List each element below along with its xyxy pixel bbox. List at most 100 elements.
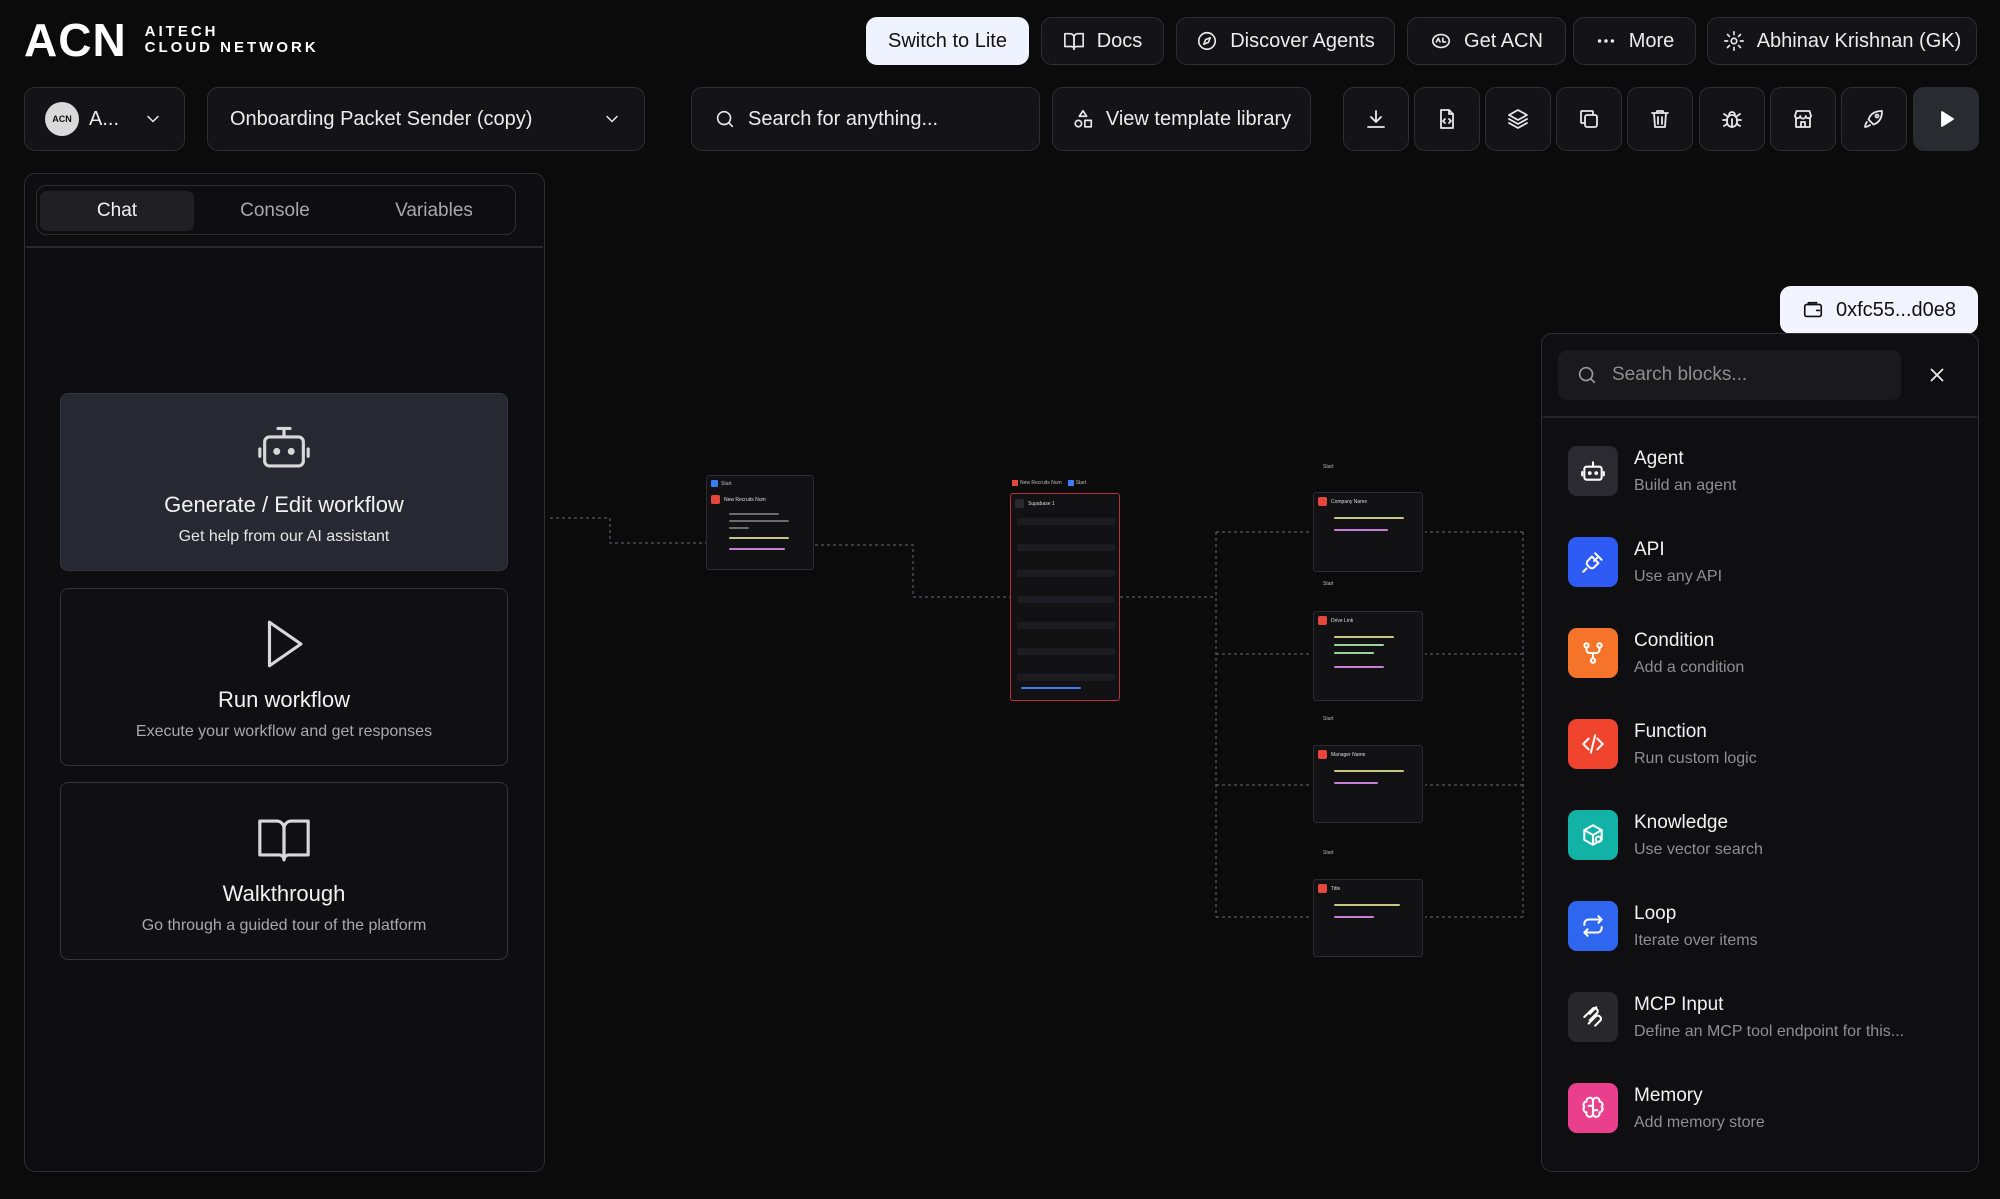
chevron-down-icon (147, 115, 159, 123)
acn-coin-icon (1431, 33, 1451, 49)
block-loop-icon-box (1568, 901, 1618, 951)
block-knowledge[interactable]: Knowledge Use vector search (1568, 810, 1948, 860)
docs-label: Docs (1096, 29, 1143, 52)
blocks-panel-divider (1543, 416, 1977, 418)
node-new-recruits-num[interactable]: Start New Recruits Num (706, 475, 814, 570)
node-header: Manager Name (1318, 750, 1365, 759)
discover-agents-button[interactable]: Discover Agents (1176, 17, 1395, 65)
brand-logo[interactable]: ACN AITECH CLOUD NETWORK (24, 14, 319, 66)
node-manager-name[interactable]: Manager Name (1313, 745, 1423, 823)
package-search-icon (1583, 824, 1603, 846)
blocks-search-input[interactable]: Search blocks... (1558, 350, 1901, 400)
duplicate-button[interactable] (1556, 87, 1622, 151)
template-library-label: View template library (1105, 107, 1292, 130)
node-tags: New Recruits Num Start (1012, 480, 1086, 486)
wallet-address-button[interactable]: 0xfc55...d0e8 (1780, 286, 1978, 334)
generate-workflow-card[interactable]: Generate / Edit workflow Get help from o… (60, 393, 508, 571)
deploy-button[interactable] (1841, 87, 1907, 151)
block-api-name: API (1634, 538, 1665, 560)
workflow-canvas[interactable]: Start New Recruits Num Supabase 1 New Re… (548, 170, 1538, 1170)
close-blocks-button[interactable] (1920, 358, 1954, 392)
block-memory[interactable]: Memory Add memory store (1568, 1083, 1948, 1133)
workspace-avatar-label: ACN (52, 114, 72, 124)
brain-icon (1582, 1096, 1604, 1118)
block-condition-name: Condition (1634, 629, 1715, 651)
close-icon (1930, 368, 1944, 382)
more-button[interactable]: More (1573, 17, 1696, 65)
generate-workflow-title: Generate / Edit workflow (164, 492, 404, 517)
node-supabase-1[interactable]: Supabase 1 (1010, 493, 1120, 701)
workspace-name: A... (89, 107, 120, 130)
block-agent-name: Agent (1634, 447, 1684, 469)
code-icon (1582, 734, 1604, 754)
block-agent[interactable]: Agent Build an agent (1568, 446, 1948, 496)
block-condition-icon-box (1568, 628, 1618, 678)
branch-icon (1583, 642, 1603, 664)
node-start-tag: Start (1323, 716, 1334, 722)
repeat-icon (1583, 915, 1603, 937)
get-acn-label: Get ACN (1464, 29, 1543, 52)
block-api[interactable]: API Use any API (1568, 537, 1948, 587)
open-book-icon (258, 819, 310, 862)
switch-to-lite-button[interactable]: Switch to Lite (866, 17, 1029, 65)
template-library-button[interactable]: View template library (1052, 87, 1311, 151)
workspace-selector[interactable]: ACN A... (24, 87, 185, 151)
global-search-placeholder: Search for anything... (748, 107, 939, 130)
block-knowledge-desc: Use vector search (1634, 840, 1763, 858)
run-workflow-title: Run workflow (217, 687, 351, 712)
block-agent-icon-box (1568, 446, 1618, 496)
node-title[interactable]: Title (1313, 879, 1423, 957)
layers-button[interactable] (1485, 87, 1551, 151)
block-memory-desc: Add memory store (1634, 1113, 1765, 1131)
node-drive-link[interactable]: Drive Link (1313, 611, 1423, 701)
block-mcp-input[interactable]: MCP Input Define an MCP tool endpoint for… (1568, 992, 1948, 1042)
block-api-desc: Use any API (1634, 567, 1723, 585)
global-search-input[interactable]: Search for anything... (691, 87, 1040, 151)
tab-console[interactable]: Console (198, 191, 352, 231)
block-api-icon-box (1568, 537, 1618, 587)
download-button[interactable] (1343, 87, 1409, 151)
debug-button[interactable] (1699, 87, 1765, 151)
export-code-button[interactable] (1414, 87, 1480, 151)
workspace-avatar: ACN (45, 102, 79, 136)
tab-variables[interactable]: Variables (357, 191, 511, 231)
block-loop[interactable]: Loop Iterate over items (1568, 901, 1948, 951)
run-workflow-card[interactable]: Run workflow Execute your workflow and g… (60, 588, 508, 766)
node-header: Drive Link (1318, 616, 1353, 625)
blocks-search-placeholder: Search blocks... (1612, 364, 1748, 385)
block-function[interactable]: Function Run custom logic (1568, 719, 1948, 769)
block-agent-desc: Build an agent (1634, 476, 1737, 494)
run-workflow-button[interactable] (1913, 87, 1979, 151)
search-icon (1578, 366, 1596, 384)
trash-icon (1651, 110, 1669, 128)
delete-button[interactable] (1627, 87, 1693, 151)
block-condition[interactable]: Condition Add a condition (1568, 628, 1948, 678)
rocket-icon (1864, 110, 1883, 128)
wallet-icon (1803, 301, 1823, 318)
block-function-desc: Run custom logic (1634, 749, 1757, 767)
block-loop-name: Loop (1634, 902, 1677, 924)
compass-icon (1198, 31, 1217, 51)
switch-to-lite-label: Switch to Lite (888, 29, 1007, 52)
marketplace-button[interactable] (1770, 87, 1836, 151)
walkthrough-title: Walkthrough (222, 881, 346, 906)
workflow-selector[interactable]: Onboarding Packet Sender (copy) (207, 87, 645, 151)
ellipsis-icon (1597, 39, 1614, 43)
node-company-name[interactable]: Company Name (1313, 492, 1423, 572)
tab-chat[interactable]: Chat (40, 191, 194, 231)
play-outline-icon (267, 620, 303, 668)
panel-tabs-divider (26, 246, 543, 248)
walkthrough-card[interactable]: Walkthrough Go through a guided tour of … (60, 782, 508, 960)
gear-icon (1723, 31, 1744, 51)
user-menu-button[interactable]: Abhinav Krishnan (GK) (1707, 17, 1977, 65)
block-mcp-input-name: MCP Input (1634, 993, 1724, 1015)
block-memory-icon-box (1568, 1083, 1618, 1133)
run-workflow-subtitle: Execute your workflow and get responses (135, 723, 433, 740)
app-root: ACN AITECH CLOUD NETWORK Switch to Lite … (0, 0, 2000, 1199)
workflow-name: Onboarding Packet Sender (copy) (230, 107, 533, 130)
wallet-address: 0xfc55...d0e8 (1835, 298, 1957, 321)
chevron-down-icon (606, 115, 618, 123)
get-acn-button[interactable]: Get ACN (1407, 17, 1566, 65)
node-start-tag: Start (711, 480, 732, 487)
docs-button[interactable]: Docs (1041, 17, 1164, 65)
